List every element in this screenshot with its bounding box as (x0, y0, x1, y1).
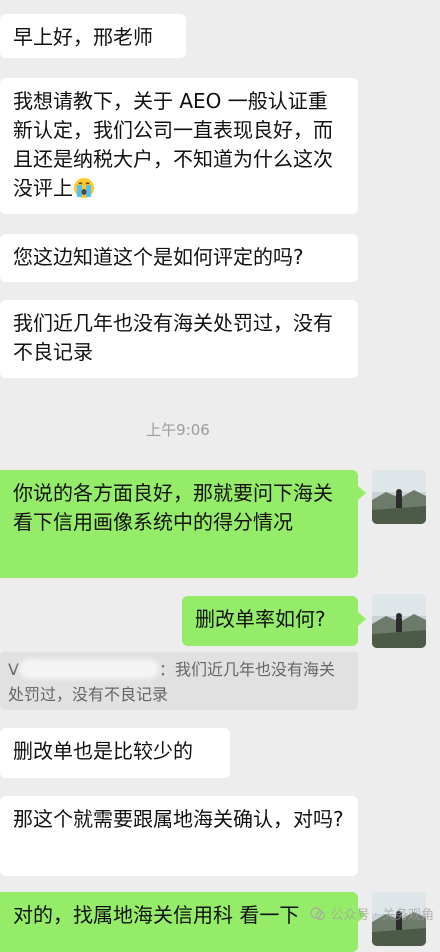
redacted-name (18, 659, 159, 679)
message-bubble-incoming[interactable]: 我想请教下，关于 AEO 一般认证重新认定，我们公司一直表现良好，而且还是纳税大… (0, 78, 358, 214)
message-bubble-incoming[interactable]: 删改单也是比较少的 (0, 728, 230, 778)
quoted-message[interactable]: V ：我们近几年也没有海关处罚过，没有不良记录 (0, 652, 358, 710)
time-divider: 上午9:06 (146, 421, 210, 439)
message-text: 对的，找属地海关信用科 看一下 (13, 903, 300, 927)
message-text: 我们近几年也没有海关处罚过，没有不良记录 (13, 311, 333, 364)
message-text: 删改单也是比较少的 (13, 739, 193, 763)
message-bubble-incoming[interactable]: 我们近几年也没有海关处罚过，没有不良记录 (0, 300, 358, 378)
message-bubble-outgoing[interactable]: 删改单率如何? (182, 596, 366, 646)
avatar[interactable] (372, 470, 426, 524)
mountain-photo-avatar-icon (372, 594, 426, 648)
message-text: 我想请教下，关于 AEO 一般认证重新认定，我们公司一直表现良好，而且还是纳税大… (13, 89, 333, 200)
message-text: 你说的各方面良好，那就要问下海关 看下信用画像系统中的得分情况 (13, 481, 333, 534)
wechat-logo-icon (310, 906, 326, 922)
message-bubble-outgoing[interactable]: 对的，找属地海关信用科 看一下 (0, 892, 366, 952)
quote-sender-initial: V (8, 660, 19, 679)
message-text: 您这边知道这个是如何评定的吗? (13, 245, 304, 269)
watermark: 公众号 · 关务观角 (310, 904, 434, 923)
message-bubble-incoming[interactable]: 您这边知道这个是如何评定的吗? (0, 234, 358, 282)
watermark-text: 公众号 · 关务观角 (330, 908, 434, 923)
mountain-photo-avatar-icon (372, 470, 426, 524)
crying-face-emoji-icon (73, 177, 95, 199)
message-bubble-incoming[interactable]: 早上好，邢老师 (0, 14, 186, 58)
avatar[interactable] (372, 594, 426, 648)
message-bubble-outgoing[interactable]: 你说的各方面良好，那就要问下海关 看下信用画像系统中的得分情况 (0, 470, 366, 578)
message-text: 那这个就需要跟属地海关确认，对吗? (13, 807, 344, 831)
message-text: 删改单率如何? (195, 607, 326, 631)
message-text: 早上好，邢老师 (13, 25, 153, 49)
message-bubble-incoming[interactable]: 那这个就需要跟属地海关确认，对吗? (0, 796, 358, 876)
